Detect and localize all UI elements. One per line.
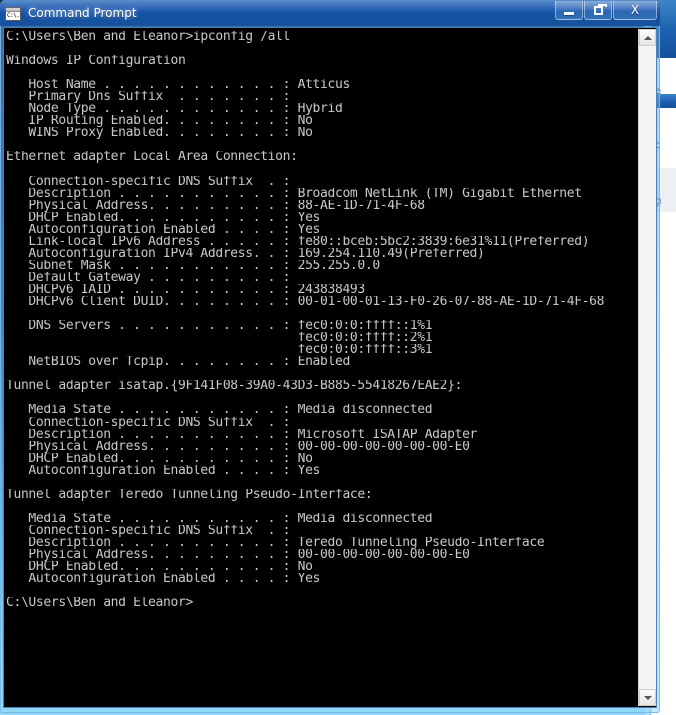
console-line: Connection-specific DNS Suffix . :	[6, 524, 291, 537]
console-line: NetBIOS over Tcpip. . . . . . . . : Enab…	[6, 356, 350, 369]
console-line: C:\Users\Ben and Eleanor>	[6, 597, 193, 610]
console-line: DHCP Enabled. . . . . . . . . . . : Yes	[6, 211, 321, 224]
console-line: Host Name . . . . . . . . . . . . : Atti…	[6, 79, 350, 92]
console-line: Media State . . . . . . . . . . . : Medi…	[6, 512, 433, 525]
console-line: Autoconfiguration IPv4 Address. . : 169.…	[6, 247, 485, 260]
console-line: Autoconfiguration Enabled . . . . : Yes	[6, 573, 321, 586]
minimize-icon	[564, 11, 574, 15]
command-prompt-icon: C:\.	[5, 6, 21, 21]
scrollbar-up-button[interactable]	[639, 29, 656, 46]
console-line: Ethernet adapter Local Area Connection:	[6, 151, 298, 164]
console-line: Physical Address. . . . . . . . . : 00-0…	[6, 549, 470, 562]
console-line: Connection-specific DNS Suffix . :	[6, 416, 291, 429]
window-title: Command Prompt	[28, 6, 137, 20]
window-titlebar[interactable]: C:\. Command Prompt X	[0, 0, 660, 26]
console-line: Windows IP Configuration	[6, 55, 186, 68]
console-line: IP Routing Enabled. . . . . . . . : No	[6, 115, 313, 128]
console-line: Autoconfiguration Enabled . . . . : Yes	[6, 464, 321, 477]
console-line: DHCP Enabled. . . . . . . . . . . : No	[6, 561, 313, 574]
console-line: fec0:0:0:ffff::2%1	[6, 332, 433, 345]
console-line: Subnet Mask . . . . . . . . . . . : 255.…	[6, 259, 380, 272]
console-line: Connection-specific DNS Suffix . :	[6, 175, 291, 188]
console-line: Autoconfiguration Enabled . . . . : Yes	[6, 223, 321, 236]
command-prompt-icon-text: C:\.	[7, 11, 20, 19]
console-line: DHCPv6 IAID . . . . . . . . . . . : 2438…	[6, 283, 365, 297]
console-line: Primary Dns Suffix . . . . . . . :	[6, 91, 291, 104]
caption-button-group: X	[554, 1, 657, 20]
console-line: Link-local IPv6 Address . . . . . : fe80…	[6, 235, 590, 248]
restore-icon	[593, 3, 607, 15]
chevron-down-icon	[643, 695, 652, 700]
scrollbar-track[interactable]	[639, 46, 656, 689]
console-line: Physical Address. . . . . . . . . : 88-A…	[6, 199, 425, 212]
minimize-button[interactable]	[555, 1, 583, 20]
console-line: WINS Proxy Enabled. . . . . . . . : No	[6, 127, 313, 140]
console-line: DNS Servers . . . . . . . . . . . : fec0…	[6, 320, 433, 333]
console-line: Node Type . . . . . . . . . . . . : Hybr…	[6, 103, 343, 116]
console-client-area[interactable]: C:\Users\Ben and Eleanor>ipconfig /all Wi…	[3, 27, 657, 708]
console-line: DHCP Enabled. . . . . . . . . . . : No	[6, 452, 313, 465]
console-line: Tunnel adapter isatap.{9F141F08-39A0-43D…	[6, 380, 463, 393]
scrollbar-down-button[interactable]	[639, 689, 656, 706]
console-output[interactable]: C:\Users\Ben and Eleanor>ipconfig /all Wi…	[4, 31, 644, 707]
console-line: C:\Users\Ben and Eleanor>ipconfig /all	[6, 31, 291, 44]
maximize-restore-button[interactable]	[584, 1, 612, 20]
console-line: Tunnel adapter Teredo Tunneling Pseudo-I…	[6, 488, 373, 501]
console-line: Description . . . . . . . . . . . : Micr…	[6, 428, 478, 441]
chevron-up-icon	[643, 35, 652, 40]
command-prompt-window[interactable]: C:\. Command Prompt X C:\Users\Ben and E…	[0, 0, 660, 713]
console-line: Description . . . . . . . . . . . : Broa…	[6, 187, 582, 200]
console-line: Media State . . . . . . . . . . . : Medi…	[6, 404, 433, 417]
console-line: DHCPv6 Client DUID. . . . . . . . : 00-0…	[6, 296, 605, 309]
console-line: Default Gateway . . . . . . . . . :	[6, 271, 291, 284]
close-icon: X	[630, 3, 640, 17]
console-line: Physical Address. . . . . . . . . : 00-0…	[6, 440, 470, 453]
close-button[interactable]: X	[613, 1, 657, 20]
console-line: fec0:0:0:ffff::3%1	[6, 344, 433, 357]
console-line: Description . . . . . . . . . . . : Tere…	[6, 536, 545, 550]
console-scrollbar[interactable]	[638, 29, 656, 706]
